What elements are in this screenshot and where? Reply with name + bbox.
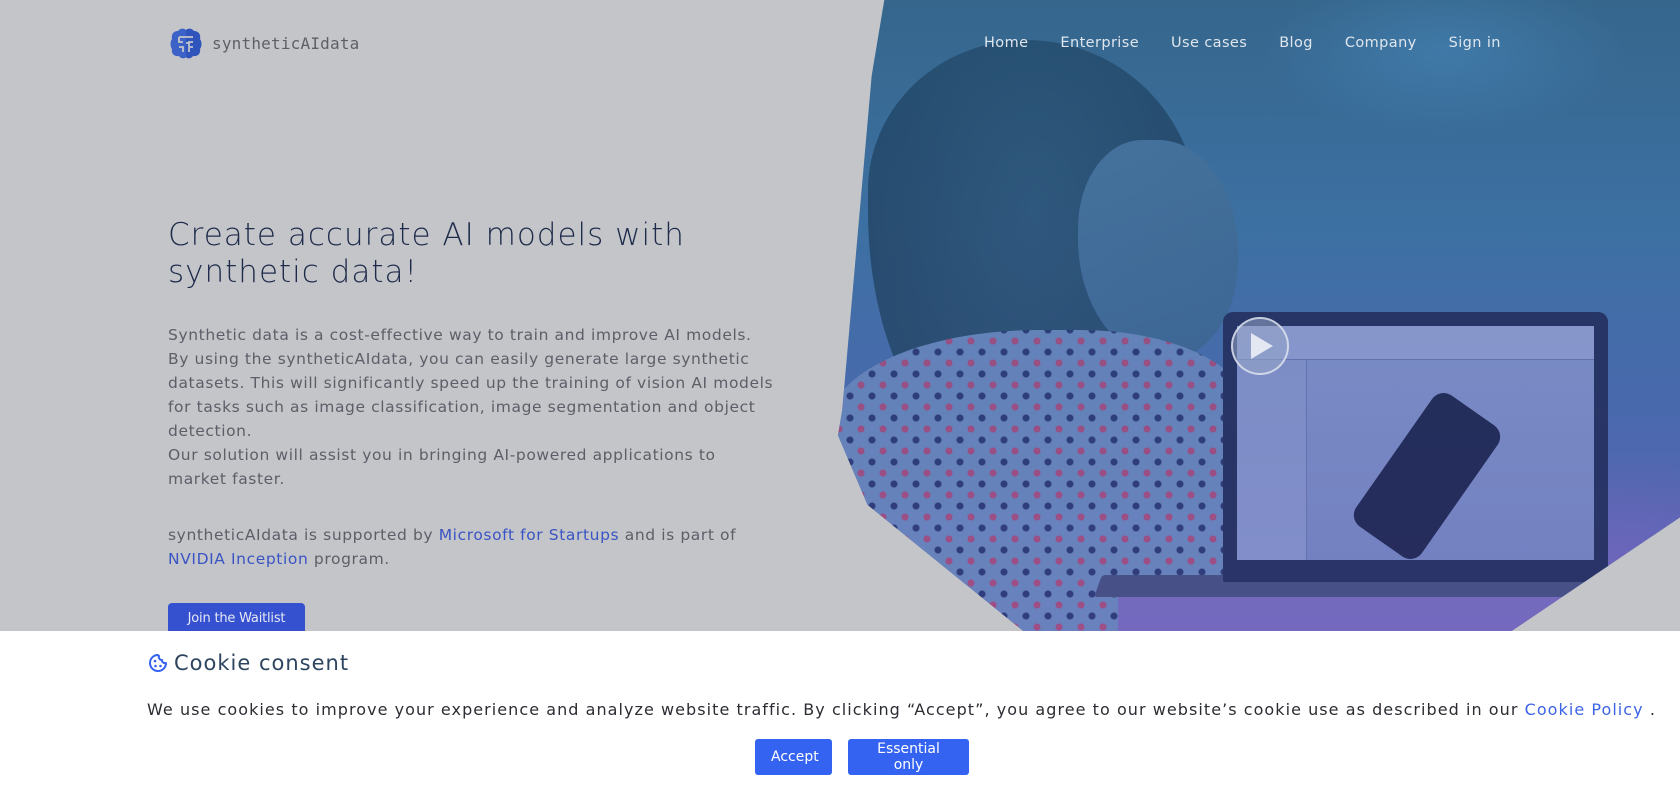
hero-title: Create accurate AI models with synthetic… — [168, 217, 685, 290]
nvidia-inception-link[interactable]: NVIDIA Inception — [168, 550, 308, 568]
hero-description-line: for tasks such as image classification, … — [168, 398, 756, 416]
hero-image — [838, 0, 1680, 631]
hero-description-line: detection. — [168, 422, 253, 440]
nav-sign-in[interactable]: Sign in — [1449, 35, 1501, 51]
cookie-policy-link[interactable]: Cookie Policy — [1525, 700, 1644, 719]
cookie-consent-banner: Cookie consent We use cookies to improve… — [0, 631, 1680, 791]
support-prefix: syntheticAIdata is supported by — [168, 526, 439, 544]
hero-description-line: market faster. — [168, 470, 285, 488]
main-nav: Home Enterprise Use cases Blog Company S… — [984, 35, 1501, 51]
cookie-message: We use cookies to improve your experienc… — [147, 700, 1656, 719]
hero-description-line: Synthetic data is a cost-effective way t… — [168, 326, 752, 344]
microsoft-for-startups-link[interactable]: Microsoft for Startups — [439, 526, 620, 544]
nav-use-cases[interactable]: Use cases — [1171, 35, 1247, 51]
support-middle: and is part of — [619, 526, 737, 544]
support-suffix: program. — [308, 550, 390, 568]
hero-image-overlay — [838, 0, 1680, 631]
hero-section: syntheticAIdata Home Enterprise Use case… — [0, 0, 1680, 631]
nav-enterprise[interactable]: Enterprise — [1060, 35, 1139, 51]
logo[interactable]: syntheticAIdata — [170, 26, 360, 60]
join-waitlist-button[interactable]: Join the Waitlist — [168, 603, 305, 631]
nav-company[interactable]: Company — [1345, 35, 1417, 51]
accept-cookies-button[interactable]: Accept — [755, 739, 832, 775]
hero-description-line: Our solution will assist you in bringing… — [168, 446, 716, 464]
hero-description-line: By using the syntheticAIdata, you can ea… — [168, 350, 750, 368]
hero-description-line: datasets. This will significantly speed … — [168, 374, 774, 392]
logo-text: syntheticAIdata — [212, 33, 360, 53]
play-icon — [1251, 333, 1273, 359]
cookie-header: Cookie consent — [148, 651, 349, 675]
hero-support-text: syntheticAIdata is supported by Microsof… — [168, 523, 808, 571]
cookie-message-text: We use cookies to improve your experienc… — [147, 700, 1525, 719]
cookie-message-end: . — [1643, 700, 1656, 719]
brain-icon — [170, 28, 202, 59]
nav-blog[interactable]: Blog — [1279, 35, 1313, 51]
nav-home[interactable]: Home — [984, 35, 1028, 51]
cookie-actions: Accept Essential only — [755, 739, 969, 775]
cookie-title: Cookie consent — [174, 651, 350, 675]
video-play-button[interactable] — [1231, 317, 1289, 375]
essential-only-button[interactable]: Essential only — [848, 739, 969, 775]
hero-description: Synthetic data is a cost-effective way t… — [168, 323, 788, 491]
cookie-icon — [149, 654, 167, 672]
